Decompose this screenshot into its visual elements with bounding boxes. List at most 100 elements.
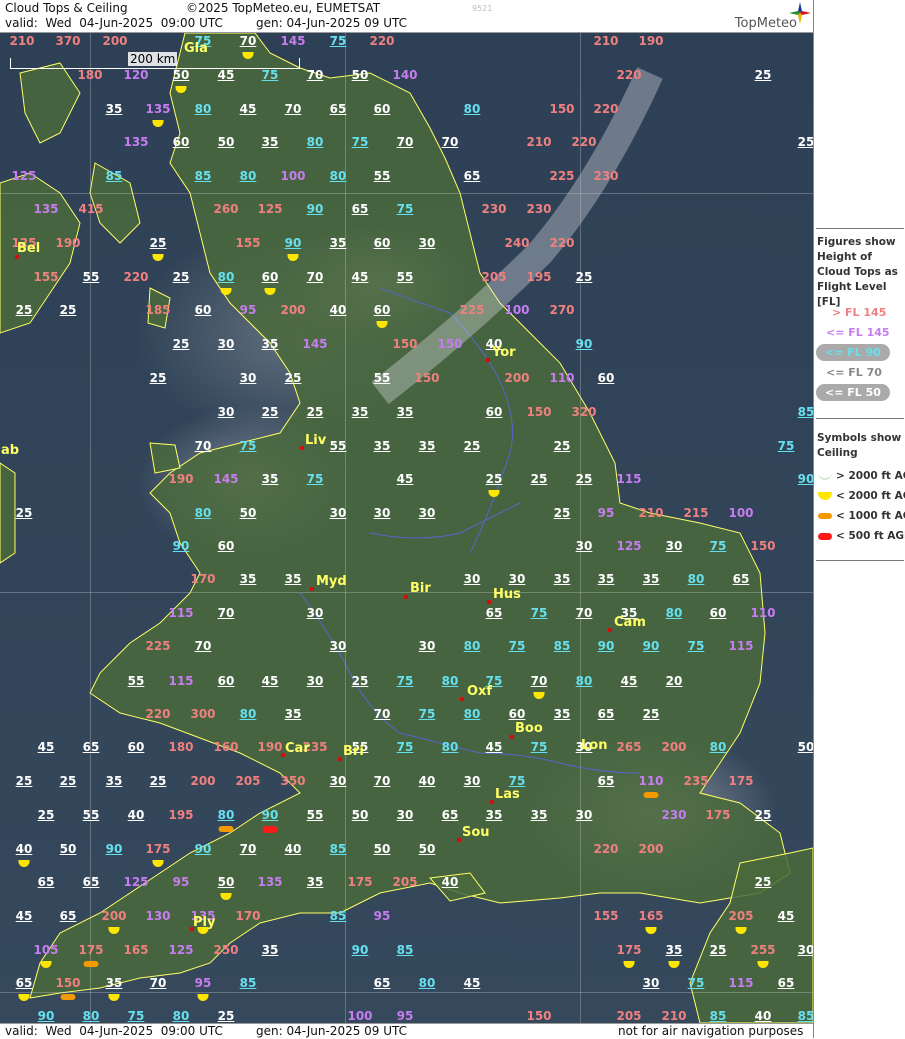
- city-cambridge: Cam: [614, 615, 646, 630]
- legend-symbols-header: Symbols show Ceiling: [817, 432, 902, 459]
- city-bristol: Bri: [343, 744, 364, 759]
- cloud-top-value: 210: [661, 1009, 687, 1023]
- cloud-top-value: 170: [190, 572, 216, 586]
- cloud-top-value: 75: [261, 68, 279, 82]
- cloud-top-value: 165: [123, 943, 149, 957]
- cloud-top-value: 90: [37, 1009, 55, 1023]
- cloud-top-value: 80: [329, 169, 347, 183]
- cloud-top-value: 65: [732, 572, 750, 586]
- valid-time: valid: Wed 04-Jun-2025 09:00 UTC: [5, 16, 223, 30]
- cloud-top-value: 80: [441, 674, 459, 688]
- cloud-top-value: 75: [239, 439, 257, 453]
- ceiling-below-1000-marker: [218, 826, 234, 832]
- cloud-top-value: 75: [306, 472, 324, 486]
- cloud-top-value: 30: [217, 405, 235, 419]
- cloud-top-value: 210: [593, 34, 619, 48]
- cloud-top-value: 25: [575, 472, 593, 486]
- cloud-top-value: 235: [683, 774, 709, 788]
- cloud-top-value: 230: [593, 169, 619, 183]
- legend-ceiling-lt1000: < 1000 ft AGL: [818, 510, 905, 522]
- cloud-top-value: 25: [351, 674, 369, 688]
- cloud-top-value: 270: [549, 303, 575, 317]
- graticule-line: [0, 992, 813, 993]
- cloud-top-value: 60: [217, 539, 235, 553]
- legend-level-text: <= FL 50: [816, 384, 890, 401]
- cloud-top-value: 220: [571, 135, 597, 149]
- cloud-top-value: 65: [37, 875, 55, 889]
- cloud-top-value: 190: [638, 34, 664, 48]
- cloud-top-value: 80: [575, 674, 593, 688]
- ceiling-below-500-marker: [262, 826, 278, 833]
- cloud-top-value: 40: [284, 842, 302, 856]
- city-oxford: Oxf: [467, 684, 493, 699]
- cloud-top-value: 260: [213, 202, 239, 216]
- cloud-top-value: 65: [82, 740, 100, 754]
- ceiling-symbol-icon: [818, 492, 832, 500]
- cloud-top-value: 25: [59, 303, 77, 317]
- cloud-top-value: 80: [709, 740, 727, 754]
- cloud-top-value: 20: [665, 674, 683, 688]
- city-las: Las: [495, 787, 520, 802]
- cloud-top-value: 190: [257, 740, 283, 754]
- cloud-top-value: 35: [396, 405, 414, 419]
- cloud-top-value: 70: [575, 606, 593, 620]
- cloud-top-map[interactable]: 200 km 210 370 200 75 70 145 75 220 210 190 180 120…: [0, 33, 813, 1023]
- cloud-top-value: 70: [194, 439, 212, 453]
- cloud-top-value: 30: [329, 774, 347, 788]
- cloud-top-value: 150: [549, 102, 575, 116]
- cloud-top-value: 145: [213, 472, 239, 486]
- cloud-top-value: 75: [687, 639, 705, 653]
- city-london: Lon: [581, 738, 608, 753]
- cloud-top-value: 95: [373, 909, 391, 923]
- cloud-top-value: 60: [127, 740, 145, 754]
- cloud-top-value: 35: [597, 572, 615, 586]
- cloud-top-value: 230: [481, 202, 507, 216]
- cloud-top-value: 25: [575, 270, 593, 284]
- cloud-top-value: 220: [123, 270, 149, 284]
- city-dot: [608, 628, 612, 632]
- cloud-top-value: 90: [597, 639, 615, 653]
- cloud-top-value: 155: [235, 236, 261, 250]
- cloud-top-value: 155: [33, 270, 59, 284]
- cloud-top-value: 60: [194, 303, 212, 317]
- cloud-top-value: 55: [82, 808, 100, 822]
- cloud-top-value: 225: [459, 303, 485, 317]
- cloud-top-value: 125: [123, 875, 149, 889]
- cloud-top-value: 35: [105, 102, 123, 116]
- cloud-top-value: 35: [530, 808, 548, 822]
- legend-ceiling-lt500: < 500 ft AGL: [818, 530, 905, 542]
- footer-valid-time: valid: Wed 04-Jun-2025 09:00 UTC: [5, 1024, 223, 1038]
- cloud-top-value: 130: [145, 909, 171, 923]
- graticule-line: [580, 33, 581, 1023]
- cloud-top-value: 250: [213, 943, 239, 957]
- cloud-top-value: 25: [172, 270, 190, 284]
- cloud-top-value: 70: [149, 976, 167, 990]
- cloud-top-value: 30: [508, 572, 526, 586]
- cloud-top-value: 75: [396, 740, 414, 754]
- cloud-top-value: 80: [418, 976, 436, 990]
- cloud-top-value: 30: [463, 572, 481, 586]
- cloud-top-value: 75: [530, 606, 548, 620]
- cloud-top-value: 175: [705, 808, 731, 822]
- cloud-top-value: 35: [351, 405, 369, 419]
- cloud-top-value: 50: [797, 740, 813, 754]
- cloud-top-value: 115: [168, 606, 194, 620]
- cloud-top-value: 80: [239, 707, 257, 721]
- cloud-top-value: 205: [616, 1009, 642, 1023]
- cloud-top-value: 40: [127, 808, 145, 822]
- cloud-top-value: 170: [235, 909, 261, 923]
- cloud-top-value: 55: [373, 169, 391, 183]
- cloud-top-value: 205: [235, 774, 261, 788]
- cloud-top-value: 220: [593, 102, 619, 116]
- ceiling-below-1000-marker: [643, 792, 659, 798]
- city-dot: [300, 446, 304, 450]
- cloud-top-value: 215: [683, 506, 709, 520]
- city-boo: Boo: [515, 721, 543, 736]
- cloud-top-value: 75: [709, 539, 727, 553]
- cloud-top-value: 25: [284, 371, 302, 385]
- cloud-top-value: 55: [329, 439, 347, 453]
- ceiling-below-1000-marker: [60, 994, 76, 1000]
- city-dot: [404, 595, 408, 599]
- cloud-top-value: 25: [754, 875, 772, 889]
- cloud-top-value: 30: [642, 976, 660, 990]
